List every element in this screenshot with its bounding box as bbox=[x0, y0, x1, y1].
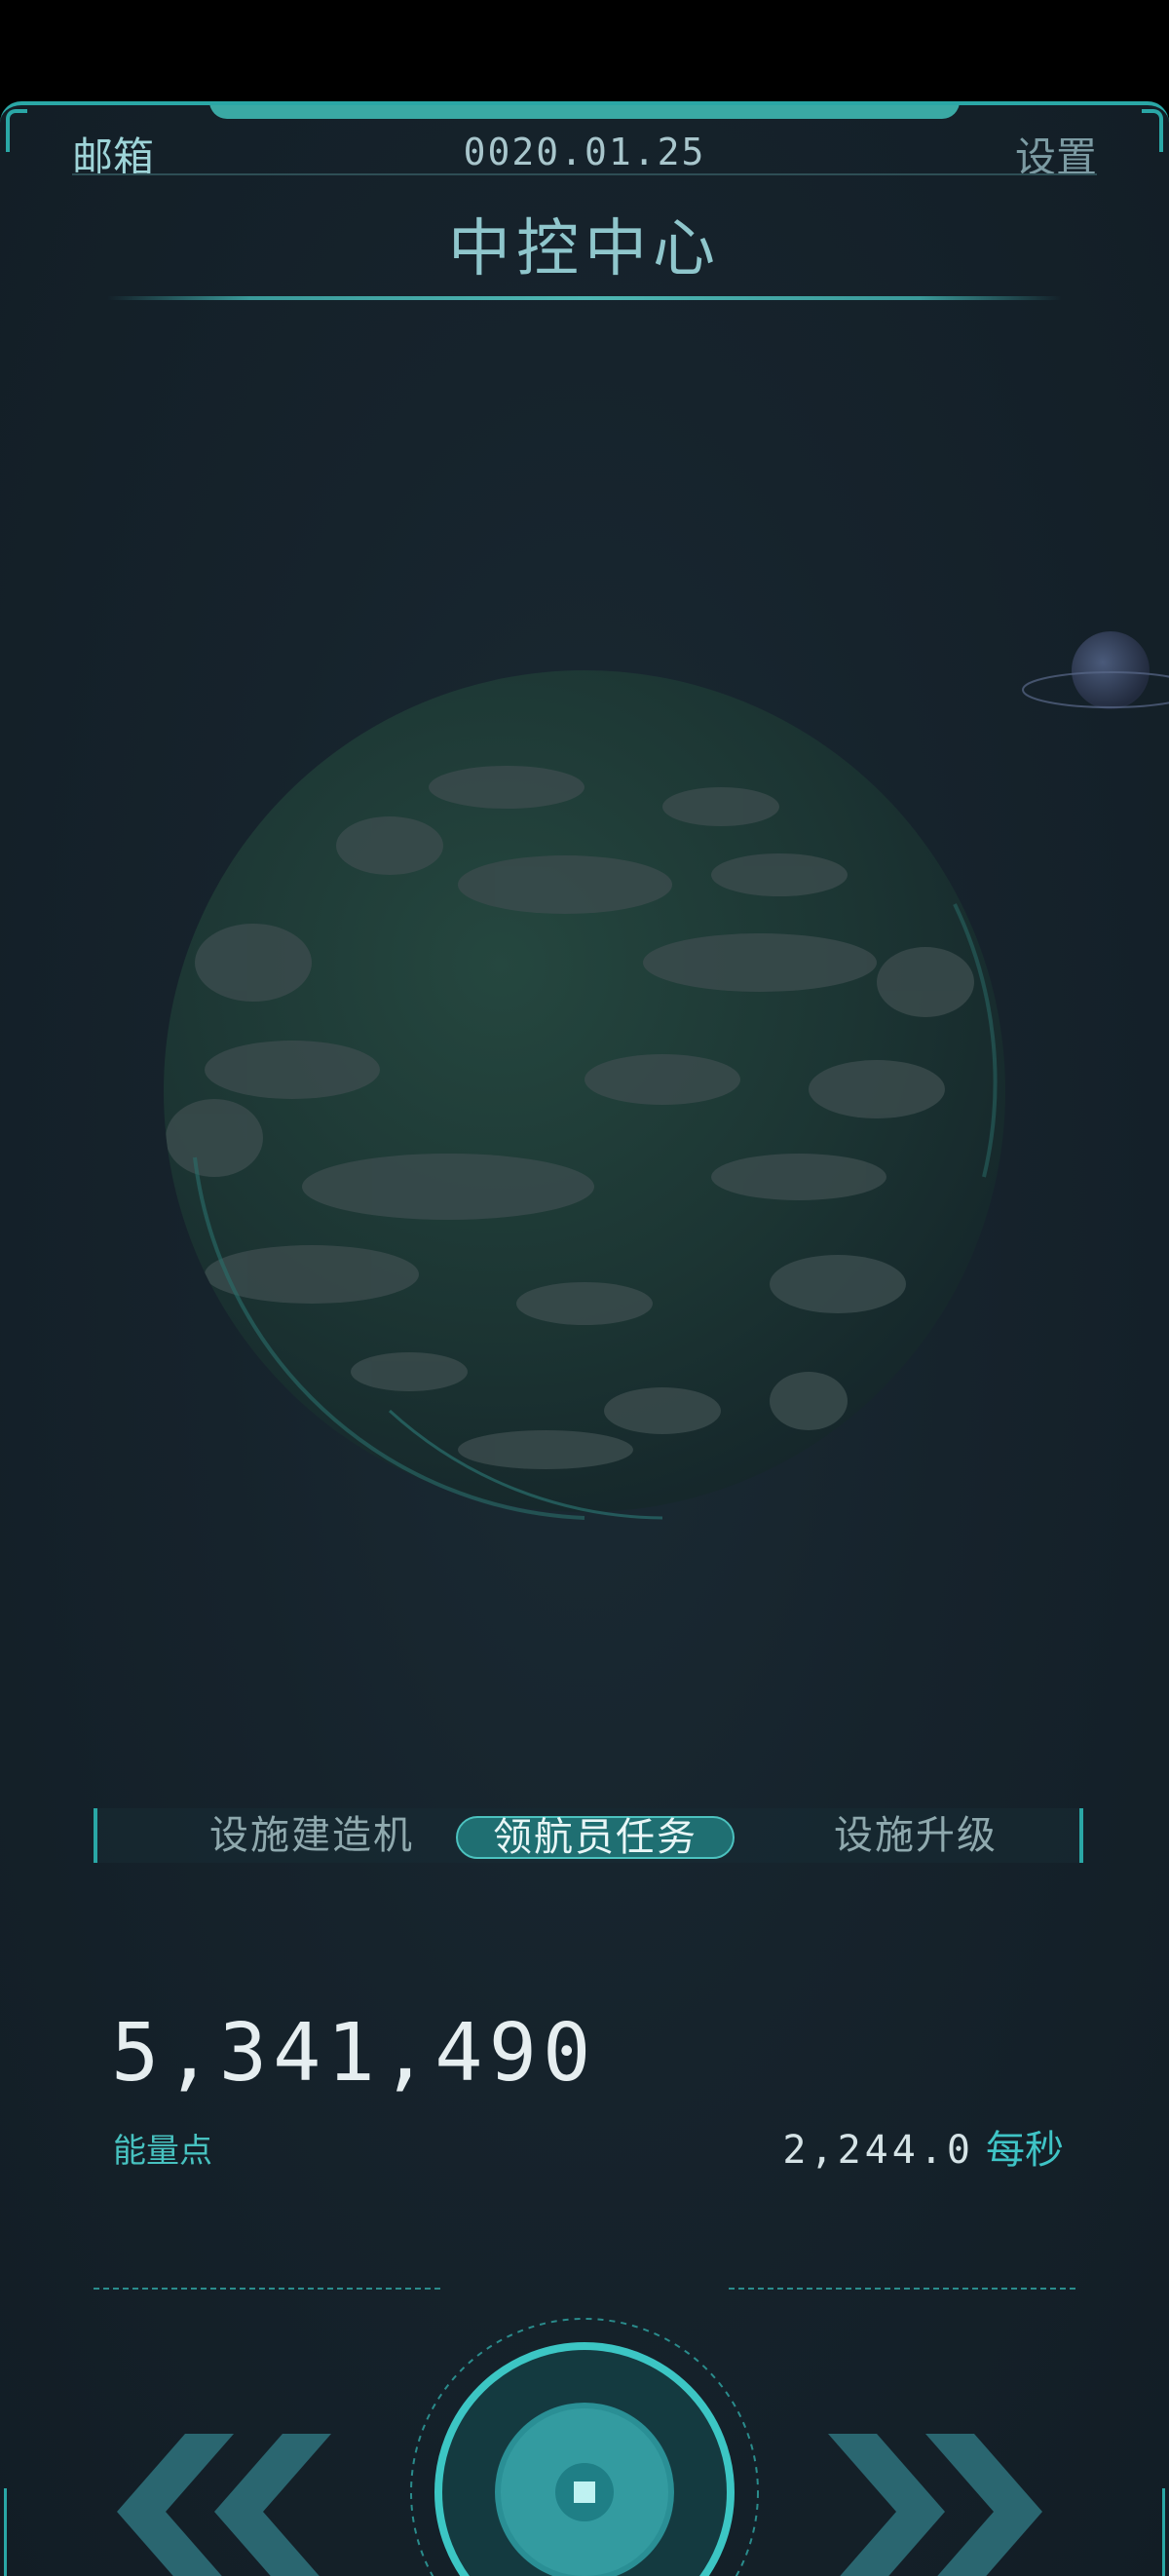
energy-label: 能量点 bbox=[113, 2132, 212, 2171]
energy-rate-unit: 每秒 bbox=[986, 2128, 1064, 2173]
tab-navigator-missions[interactable]: 领航员任务 bbox=[456, 1816, 735, 1859]
divider-dashed-right bbox=[729, 2288, 1075, 2290]
center-action-button[interactable] bbox=[409, 2288, 760, 2576]
tab-facility-builder[interactable]: 设施建造机 bbox=[156, 1808, 468, 1863]
planet bbox=[164, 670, 1005, 1520]
double-chevron-right-icon[interactable] bbox=[818, 2424, 1052, 2576]
energy-rate: 2,244.0 每秒 bbox=[782, 2118, 1064, 2175]
stop-icon bbox=[555, 2463, 614, 2521]
tab-facility-upgrade[interactable]: 设施升级 bbox=[779, 1808, 1052, 1863]
tab-bar: 设施建造机 领航员任务 设施升级 bbox=[94, 1808, 1083, 1863]
double-chevron-left-icon[interactable] bbox=[107, 2424, 341, 2576]
planet-scene bbox=[164, 631, 1169, 1520]
small-planet bbox=[1022, 631, 1169, 709]
divider-dashed-left bbox=[94, 2288, 440, 2290]
energy-value: 5,341,490 bbox=[111, 2007, 597, 2100]
game-frame: 邮箱 0020.01.25 设置 中控中心 设施建造机 领航员任务 设施升级 5… bbox=[0, 101, 1169, 2576]
energy-rate-value: 2,244.0 bbox=[782, 2128, 974, 2173]
